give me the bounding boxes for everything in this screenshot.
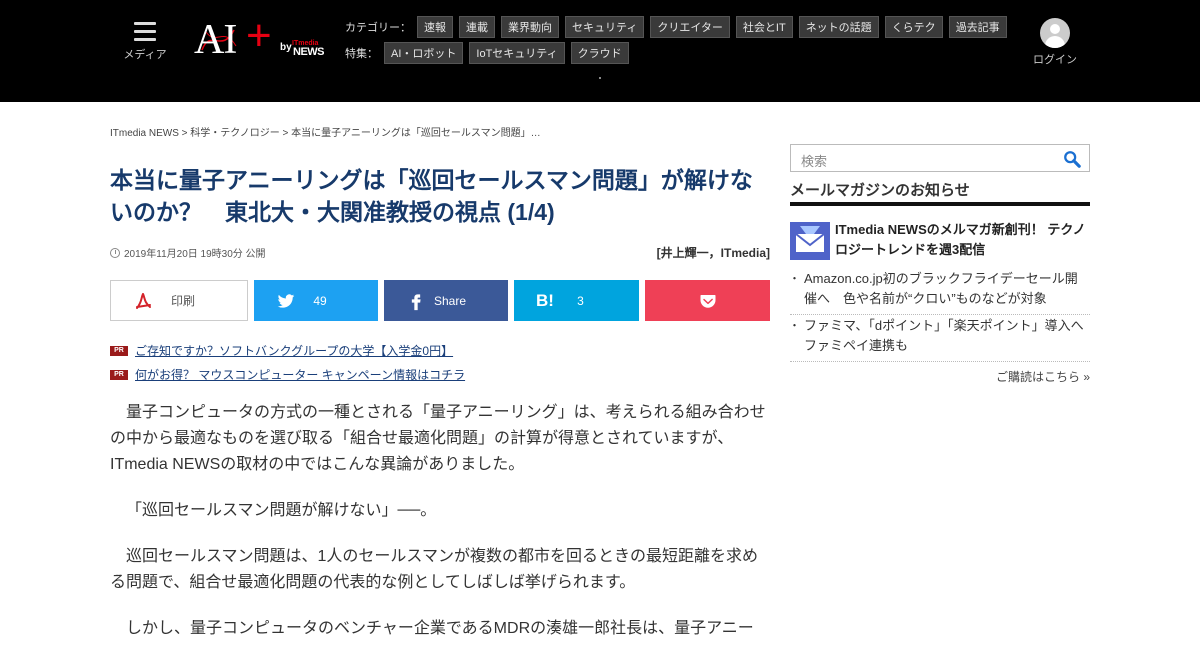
- nav-chip-feature[interactable]: AI・ロボット: [384, 42, 464, 64]
- print-button[interactable]: 印刷: [110, 280, 248, 321]
- pr-link[interactable]: PR ご存知ですか？ソフトバンクグループの大学【入学金0円】: [110, 342, 453, 359]
- pocket-button[interactable]: [645, 280, 770, 321]
- twitter-icon: [277, 294, 295, 308]
- nav-chip-category[interactable]: セキュリティ: [565, 16, 645, 38]
- user-avatar-icon: [1040, 18, 1070, 48]
- article-title: 本当に量子アニーリングは「巡回セールスマン問題」が解けないのか？ 東北大・大関准…: [110, 167, 753, 225]
- login-button[interactable]: ログイン: [1030, 18, 1080, 67]
- category-nav-label: カテゴリー：: [345, 22, 411, 34]
- mail-icon: [790, 222, 830, 260]
- pr-link-text[interactable]: ご存知ですか？ソフトバンクグループの大学【入学金0円】: [135, 342, 453, 359]
- nav-chip-category[interactable]: 連載: [459, 16, 495, 38]
- hatena-icon: B!: [536, 291, 554, 310]
- clock-icon: [110, 247, 120, 258]
- nav-chip-category[interactable]: ネットの話題: [798, 16, 879, 38]
- search-input[interactable]: 検索: [790, 144, 1090, 172]
- logo-ai: AI: [194, 17, 237, 63]
- site-header: メディア AI + by ITmedia NEWS カテゴリー： 速報 連載 業…: [0, 0, 1200, 102]
- nav-chip-feature[interactable]: クラウド: [570, 42, 629, 64]
- hatena-count: 3: [577, 293, 584, 308]
- menu-label: メディア: [123, 49, 167, 61]
- category-nav: カテゴリー： 速報 連載 業界動向 セキュリティ クリエイター 社会とIT ネッ…: [345, 16, 1007, 38]
- hatena-bookmark-button[interactable]: B! 3: [514, 280, 639, 321]
- article-paragraph: 「巡回セールスマン問題が解けない」──。: [126, 502, 437, 519]
- pr-link-text[interactable]: 何がお得？ マウスコンピューター キャンペーン情報はコチラ: [135, 366, 465, 383]
- logo-plus: +: [246, 11, 272, 60]
- article-paragraph: 巡回セールスマン問題は、1人のセールスマンが複数の都市を回るときの最短距離を求め…: [110, 548, 758, 591]
- menu-button[interactable]: メディア: [122, 22, 168, 62]
- facebook-share-button[interactable]: Share: [384, 280, 508, 321]
- facebook-label: Share: [433, 293, 467, 308]
- nav-chip-category[interactable]: 社会とIT: [735, 16, 793, 38]
- hamburger-icon: [134, 22, 156, 42]
- subscribe-link[interactable]: ご購読はこちら »: [790, 368, 1090, 385]
- sidebar-news-item[interactable]: Amazon.co.jp初のブラックフライデーセール開催へ 色や名前が“クロい”…: [789, 269, 1090, 315]
- nav-chip-category[interactable]: 速報: [417, 16, 453, 38]
- publish-date-text: 2019年11月20日 19時30分 公開: [124, 249, 266, 260]
- facebook-icon: [411, 294, 421, 311]
- newsletter-heading: メールマガジンのお知らせ: [790, 182, 1090, 206]
- nav-chip-feature[interactable]: IoTセキュリティ: [469, 42, 565, 64]
- share-bar: 印刷 49 Share B! 3: [110, 280, 770, 322]
- pocket-icon: [700, 294, 715, 308]
- twitter-count: 49: [313, 293, 327, 308]
- author-byline: [井上輝一，ITmedia]: [656, 246, 770, 260]
- nav-chip-category[interactable]: クリエイター: [650, 16, 730, 38]
- divider-dot: [599, 77, 601, 79]
- newsletter-feature[interactable]: ITmedia NEWSのメルマガ新創刊！ テクノロジートレンドを週3配信: [790, 220, 1090, 264]
- twitter-share-button[interactable]: 49: [254, 280, 378, 321]
- nav-chip-category[interactable]: 過去記事: [948, 16, 1007, 38]
- feature-nav: 特集： AI・ロボット IoTセキュリティ クラウド: [345, 42, 629, 64]
- search-icon[interactable]: [1063, 150, 1081, 168]
- pr-link[interactable]: PR 何がお得？ マウスコンピューター キャンペーン情報はコチラ: [110, 366, 465, 383]
- search-placeholder: 検索: [801, 154, 828, 169]
- feature-nav-label: 特集：: [345, 48, 378, 60]
- logo-by: by: [280, 42, 292, 53]
- site-logo[interactable]: AI + by ITmedia NEWS: [194, 14, 329, 63]
- breadcrumb[interactable]: ITmedia NEWS > 科学・テクノロジー > 本当に量子アニーリングは「…: [110, 124, 541, 139]
- article-paragraph: 量子コンピュータの方式の一種とされる「量子アニーリング」は、考えられる組み合わせ…: [110, 404, 766, 473]
- nav-chip-category[interactable]: 業界動向: [501, 16, 559, 38]
- newsletter-feature-text[interactable]: ITmedia NEWSのメルマガ新創刊！ テクノロジートレンドを週3配信: [835, 220, 1090, 260]
- logo-news: NEWS: [293, 46, 325, 58]
- pr-badge: PR: [110, 345, 128, 356]
- sidebar-news-item[interactable]: ファミマ、「dポイント」「楽天ポイント」導入へ ファミペイ連携も: [789, 316, 1097, 362]
- print-label: 印刷: [170, 294, 195, 308]
- pdf-icon: [136, 293, 151, 309]
- article-body: 量子コンピュータの方式の一種とされる「量子アニーリング」は、考えられる組み合わせ…: [110, 400, 770, 662]
- pr-badge: PR: [110, 369, 128, 380]
- login-label: ログイン: [1033, 54, 1077, 66]
- publish-date: 2019年11月20日 19時30分 公開: [110, 245, 266, 260]
- article-meta: 2019年11月20日 19時30分 公開 [井上輝一，ITmedia]: [110, 244, 770, 260]
- article-paragraph: しかし、量子コンピュータのベンチャー企業であるMDRの湊雄一郎社長は、量子アニー: [126, 620, 754, 637]
- nav-chip-category[interactable]: くらテク: [884, 16, 943, 38]
